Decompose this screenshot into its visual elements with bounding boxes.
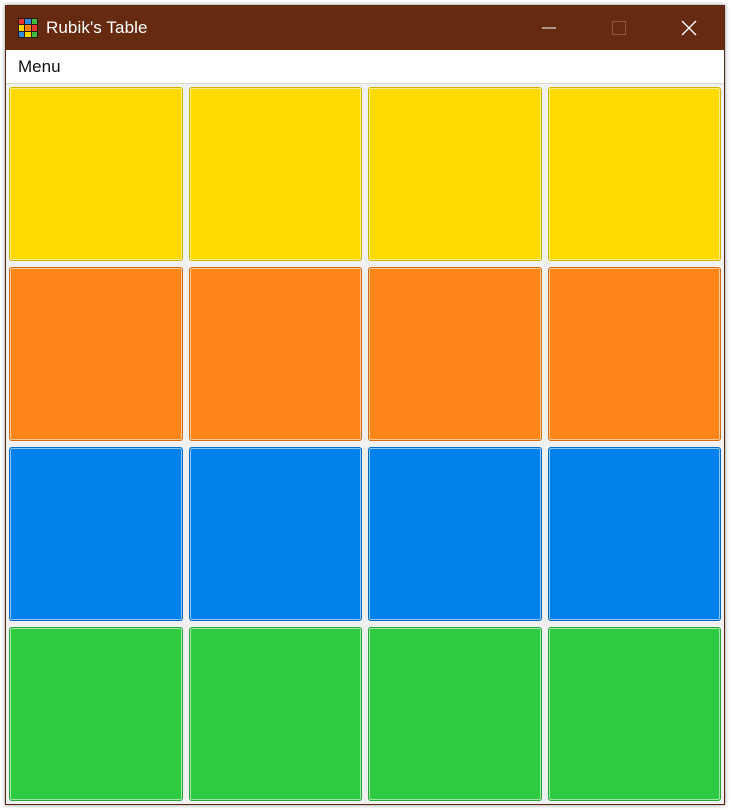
close-icon bbox=[681, 20, 697, 36]
icon-cell bbox=[31, 19, 37, 25]
icon-cell bbox=[25, 19, 31, 25]
menu-item-menu[interactable]: Menu bbox=[6, 52, 73, 82]
icon-cell bbox=[19, 31, 25, 37]
tile-r2-c1[interactable] bbox=[9, 267, 183, 441]
rubiks-cube-icon bbox=[18, 18, 38, 38]
close-button[interactable] bbox=[654, 6, 724, 50]
tile-r3-c3[interactable] bbox=[368, 447, 542, 621]
tile-r1-c1[interactable] bbox=[9, 87, 183, 261]
icon-cell bbox=[25, 31, 31, 37]
icon-cell bbox=[19, 19, 25, 25]
tile-r1-c3[interactable] bbox=[368, 87, 542, 261]
minimize-icon bbox=[542, 27, 556, 29]
app-window: Rubik's Table Menu bbox=[5, 5, 725, 805]
icon-cell bbox=[31, 31, 37, 37]
tile-r4-c1[interactable] bbox=[9, 627, 183, 801]
tile-r3-c1[interactable] bbox=[9, 447, 183, 621]
tile-r2-c2[interactable] bbox=[188, 267, 362, 441]
tile-r3-c4[interactable] bbox=[547, 447, 721, 621]
tile-r2-c3[interactable] bbox=[368, 267, 542, 441]
title-bar[interactable]: Rubik's Table bbox=[6, 6, 724, 50]
icon-cell bbox=[19, 25, 25, 31]
minimize-button[interactable] bbox=[514, 6, 584, 50]
tile-r2-c4[interactable] bbox=[547, 267, 721, 441]
maximize-button bbox=[584, 6, 654, 50]
tile-r4-c3[interactable] bbox=[368, 627, 542, 801]
icon-cell bbox=[31, 25, 37, 31]
menu-bar: Menu bbox=[6, 50, 724, 84]
game-board bbox=[6, 84, 724, 804]
tile-r4-c4[interactable] bbox=[547, 627, 721, 801]
tile-r4-c2[interactable] bbox=[188, 627, 362, 801]
tile-r3-c2[interactable] bbox=[188, 447, 362, 621]
tile-r1-c2[interactable] bbox=[188, 87, 362, 261]
window-title: Rubik's Table bbox=[46, 18, 148, 37]
tile-r1-c4[interactable] bbox=[547, 87, 721, 261]
maximize-icon bbox=[612, 21, 626, 35]
icon-cell bbox=[25, 25, 31, 31]
window-controls bbox=[514, 6, 724, 50]
